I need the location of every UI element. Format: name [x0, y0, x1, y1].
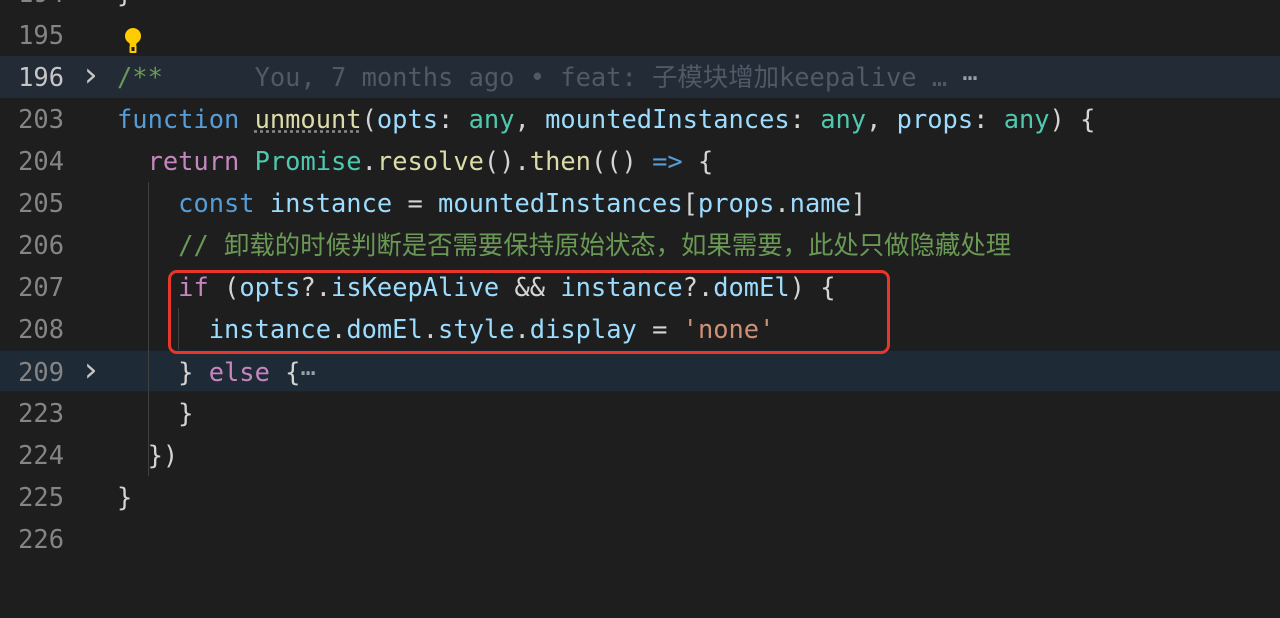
- token-text: ) {: [1049, 104, 1096, 134]
- token-variable: name: [789, 188, 851, 218]
- code-line-195[interactable]: 195: [0, 14, 1280, 56]
- code-line-204[interactable]: 204 return Promise.resolve().then(() => …: [0, 140, 1280, 182]
- token-variable: mountedInstances: [545, 104, 790, 134]
- token-text: [: [682, 188, 698, 218]
- token-text: }): [147, 440, 179, 470]
- code-line-194[interactable]: 194}: [0, 0, 1280, 14]
- code-text: // 卸载的时候判断是否需要保持原始状态，如果需要，此处只做隐藏处理: [117, 224, 1011, 266]
- token-type: any: [468, 104, 515, 134]
- token-text: :: [973, 104, 1004, 134]
- line-number: 204: [18, 146, 64, 176]
- line-number: 194: [0, 0, 64, 14]
- token-text: }: [178, 398, 194, 428]
- token-text: :: [438, 104, 469, 134]
- token-keyword: const: [178, 188, 270, 218]
- fold-chevron-icon[interactable]: ›: [84, 56, 98, 94]
- token-text: }: [117, 482, 133, 512]
- token-variable: mountedInstances: [438, 188, 683, 218]
- token-control: return: [147, 146, 255, 176]
- token-keyword: function: [117, 104, 255, 134]
- code-editor[interactable]: 194} 195 196 › /** You, 7 months ago • feat:…: [0, 0, 1280, 618]
- code-text: } else {⋯: [117, 351, 316, 393]
- token-function: unmount: [254, 104, 362, 134]
- code-line-203[interactable]: 203 function unmount(opts: any, mountedIn…: [0, 98, 1280, 140]
- line-number: 209: [18, 357, 64, 387]
- token-type: any: [820, 104, 867, 134]
- token-text: ,: [514, 104, 546, 134]
- token-text[interactable]: ⋯: [300, 357, 315, 387]
- line-number: 195: [18, 20, 64, 50]
- code-line-209[interactable]: 209 › } else {⋯: [0, 350, 1280, 392]
- code-text: /** You, 7 months ago • feat: 子模块增加keepa…: [117, 56, 978, 98]
- line-number: 208: [18, 314, 64, 344]
- token-text: }: [178, 357, 209, 387]
- token-text: ((): [590, 146, 653, 176]
- code-line-206[interactable]: 206 // 卸载的时候判断是否需要保持原始状态，如果需要，此处只做隐藏处理: [0, 224, 1280, 266]
- line-number: 225: [18, 482, 64, 512]
- token-type: any: [1003, 104, 1050, 134]
- line-number: 224: [18, 440, 64, 470]
- code-line-223[interactable]: 223 }: [0, 392, 1280, 434]
- token-function: then: [529, 146, 591, 176]
- code-text: }: [117, 476, 132, 518]
- code-line-205[interactable]: 205 const instance = mountedInstances[pr…: [0, 182, 1280, 224]
- code-line-225[interactable]: 225}: [0, 476, 1280, 518]
- token-control: else: [208, 357, 270, 387]
- code-text: function unmount(opts: any, mountedInsta…: [117, 98, 1095, 140]
- token-keyword: =>: [652, 146, 683, 176]
- highlight-annotation-box: [168, 270, 890, 354]
- token-variable: instance: [269, 188, 393, 218]
- token-text: {: [682, 146, 714, 176]
- line-number: 207: [18, 272, 64, 302]
- token-text: .: [774, 188, 790, 218]
- token-text: ]: [850, 188, 867, 218]
- token-text: ,: [866, 104, 897, 134]
- token-function: resolve: [376, 146, 484, 176]
- token-comment: /**: [117, 62, 163, 92]
- code-text: return Promise.resolve().then(() => {: [117, 140, 714, 182]
- line-number: 203: [18, 104, 64, 134]
- token-text: ().: [483, 146, 530, 176]
- line-number: 196: [18, 62, 64, 92]
- token-text: =: [392, 188, 439, 218]
- line-number: 223: [18, 398, 64, 428]
- token-text: .: [361, 146, 377, 176]
- token-variable: props: [896, 104, 974, 134]
- line-number: 205: [18, 188, 64, 218]
- fold-chevron-icon[interactable]: ›: [84, 351, 98, 389]
- line-number: 206: [18, 230, 64, 260]
- code-line-224[interactable]: 224 }): [0, 434, 1280, 476]
- code-text: }: [117, 0, 132, 14]
- token-text: :: [789, 104, 821, 134]
- lightbulb-icon[interactable]: [123, 28, 143, 54]
- indent-guide: [148, 182, 149, 476]
- token-variable: props: [697, 188, 775, 218]
- line-number: 226: [18, 524, 64, 554]
- token-text: (: [361, 104, 377, 134]
- code-line-196[interactable]: 196 › /** You, 7 months ago • feat: 子模块增加k…: [0, 56, 1280, 98]
- token-text: }: [117, 0, 132, 8]
- token-text: {: [269, 357, 301, 387]
- token-type: Promise: [254, 146, 362, 176]
- code-text: const instance = mountedInstances[props.…: [117, 182, 866, 224]
- more-actions-icon[interactable]: ⋯: [962, 62, 977, 92]
- token-variable: opts: [376, 104, 439, 134]
- git-blame-annotation: You, 7 months ago • feat: 子模块增加keepalive…: [162, 62, 963, 92]
- code-text: }: [117, 392, 193, 434]
- token-comment: // 卸载的时候判断是否需要保持原始状态，如果需要，此处只做隐藏处理: [178, 230, 1012, 260]
- code-line-226[interactable]: 226: [0, 518, 1280, 560]
